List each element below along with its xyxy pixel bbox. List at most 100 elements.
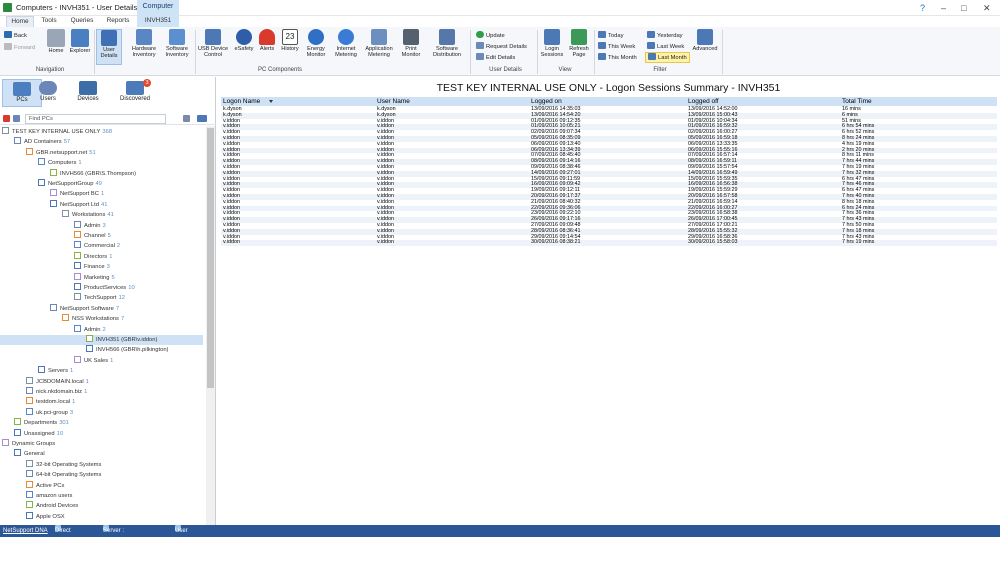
tree-node[interactable]: Servers 1 [38, 366, 73, 376]
distribution-icon [439, 29, 455, 45]
view-options-icon[interactable] [197, 115, 207, 122]
col-logged-off[interactable]: Logged off [688, 97, 719, 106]
tree-node[interactable]: Commercial 2 [74, 241, 120, 251]
tree-node[interactable]: Marketing 5 [74, 272, 115, 283]
tree-node[interactable]: Active PCs [26, 480, 65, 491]
tree-scrollbar[interactable] [206, 126, 215, 525]
tree-node[interactable]: ProductServices 10 [74, 283, 135, 293]
tree-node[interactable]: TEST KEY INTERNAL USE ONLY 368 [2, 127, 112, 137]
tree-node[interactable]: Directors 1 [74, 251, 112, 262]
minimize-button[interactable]: – [941, 3, 946, 13]
usb-device-control-button[interactable]: USB Device Control [198, 29, 228, 58]
alerts-button[interactable]: Alerts [257, 29, 277, 52]
add-group-icon[interactable] [183, 115, 190, 122]
nav-tab-users[interactable]: Users [28, 79, 68, 107]
tree-node[interactable]: Admin 3 [74, 220, 106, 231]
user-details-button[interactable]: User Details [96, 29, 122, 65]
table-row[interactable]: v.iddon v.iddon 30/09/2016 08:38:21 30/09/2… [221, 240, 997, 247]
forward-button[interactable]: Forward [4, 43, 35, 52]
tree-node[interactable]: Dynamic Groups [2, 439, 55, 449]
internet-metering-button[interactable]: Internet Metering [331, 29, 361, 58]
tree-node[interactable]: GBR.netsupport.net 51 [26, 147, 96, 158]
explorer-button[interactable]: Explorer [68, 29, 92, 54]
tab-computer-context[interactable]: INVH351 [137, 16, 179, 27]
advanced-filter-button[interactable]: Advanced [690, 29, 720, 52]
energy-monitor-button[interactable]: Energy Monitor [302, 29, 330, 58]
alert-filter-icon[interactable] [3, 115, 10, 122]
filter-this-month[interactable]: This Month [598, 53, 637, 62]
nav-tab-devices[interactable]: Devices [68, 79, 108, 107]
filter-yesterday[interactable]: Yesterday [647, 31, 683, 40]
tree-node[interactable]: nick.nkdomain.biz 1 [26, 387, 87, 397]
edit-details-button[interactable]: Edit Details [476, 53, 515, 62]
filter-today[interactable]: Today [598, 31, 623, 40]
tree-node[interactable]: INVH566 (GBR\S.Thompson) [50, 168, 136, 179]
tree-node-icon [14, 449, 21, 457]
tree-node-label: Active PCs [36, 482, 65, 489]
tree-node[interactable]: INVH351 (GBR\v.iddon) [0, 335, 203, 345]
software-inventory-button[interactable]: Software Inventory [162, 29, 192, 58]
application-metering-button[interactable]: Application Metering [362, 29, 396, 58]
tab-reports[interactable]: Reports [104, 16, 132, 27]
tree-node[interactable]: JCBDOMAIN.local 1 [26, 376, 89, 387]
tree-node[interactable]: Finance 3 [74, 262, 110, 272]
tree-node[interactable]: Unassigned 10 [14, 428, 63, 439]
tree-node[interactable]: General [14, 449, 45, 459]
login-sessions-button[interactable]: Login Sessions [538, 29, 566, 58]
tree-node[interactable]: Workstations 41 [62, 210, 114, 220]
history-button[interactable]: 23 History [279, 29, 301, 52]
update-button[interactable]: Update [476, 31, 505, 40]
tree-node[interactable]: NetSupportGroup 49 [38, 179, 102, 189]
tree-node-icon [86, 335, 93, 342]
tree-scrollbar-thumb[interactable] [207, 128, 214, 388]
discovered-badge: 3 [143, 79, 151, 87]
request-details-button[interactable]: Request Details [476, 42, 527, 51]
tab-queries[interactable]: Queries [68, 16, 96, 27]
tree-node[interactable]: NSS Workstations 7 [62, 314, 124, 324]
tree-node[interactable]: INVH566 (GBR\h.pilkington) [86, 345, 169, 355]
col-user-name[interactable]: User Name [377, 97, 410, 106]
tree-node-icon [74, 283, 81, 290]
tree-node[interactable]: NetSupport BC 1 [50, 189, 104, 199]
hardware-inventory-button[interactable]: Hardware Inventory [127, 29, 161, 58]
tree-node[interactable]: TechSupport 12 [74, 293, 125, 303]
tree-node[interactable]: 64-bit Operating Systems [26, 470, 101, 480]
tree-node[interactable]: AD Containers 57 [14, 137, 70, 147]
tree-node[interactable]: Computers 1 [38, 158, 82, 168]
group-filter-icon[interactable] [13, 115, 20, 122]
find-pcs-input[interactable]: Find PCs [25, 114, 166, 124]
tree-node-count: 1 [69, 368, 74, 375]
tree-node[interactable]: Departments 301 [14, 418, 69, 428]
tree-node[interactable]: uk.pci-group 3 [26, 407, 73, 418]
tree-node[interactable]: testdom.local 1 [26, 397, 75, 407]
close-button[interactable]: ✕ [983, 3, 991, 14]
tree-node[interactable]: Apple OSX [26, 511, 65, 522]
print-monitor-button[interactable]: Print Monitor [397, 29, 425, 58]
tab-tools[interactable]: Tools [38, 16, 60, 27]
status-dna[interactable]: NetSupport DNA [3, 525, 48, 537]
home-button[interactable]: Home [44, 29, 68, 54]
tree-node-label: Dynamic Groups [12, 441, 56, 447]
tab-home[interactable]: Home [6, 16, 34, 27]
back-button[interactable]: Back [4, 31, 27, 40]
filter-this-week[interactable]: This Week [598, 42, 635, 51]
help-icon[interactable]: ? [920, 3, 925, 13]
tree-node[interactable]: 32-bit Operating Systems [26, 459, 101, 470]
tree-node-icon [50, 168, 57, 176]
tree-node[interactable]: UK Sales 1 [74, 355, 113, 366]
tree-node[interactable]: NetSupport Ltd 41 [50, 199, 107, 210]
tree-node[interactable]: NetSupport Software 7 [50, 303, 119, 314]
software-distribution-button[interactable]: Software Distribution [427, 29, 467, 58]
col-total-time[interactable]: Total Time [842, 97, 872, 106]
filter-last-month[interactable]: Last Month [645, 52, 690, 63]
tree-node[interactable]: Android Devices [26, 501, 78, 511]
filter-last-week[interactable]: Last Week [647, 42, 684, 51]
tree-node[interactable]: amazon users [26, 491, 72, 501]
maximize-button[interactable]: □ [961, 3, 966, 13]
col-logon-name[interactable]: Logon Name [223, 97, 260, 106]
col-logged-on[interactable]: Logged on [531, 97, 562, 106]
refresh-page-button[interactable]: Refresh Page [566, 29, 592, 58]
tree-node[interactable]: Admin 2 [74, 324, 106, 335]
esafety-button[interactable]: eSafety [232, 29, 256, 52]
tree-node[interactable]: Channel 5 [74, 231, 111, 241]
